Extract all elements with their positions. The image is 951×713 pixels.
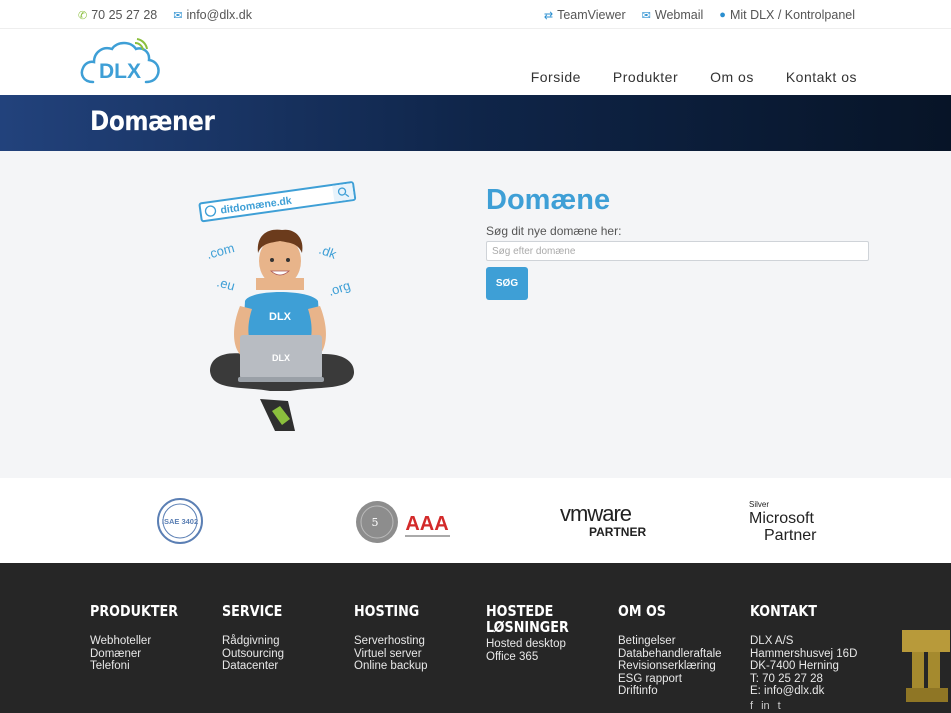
ms-name-text: Microsoft: [749, 510, 814, 527]
vmware-text: vmware: [560, 501, 632, 526]
isae-text: ISAE 3402: [162, 517, 198, 526]
footer-link[interactable]: Serverhosting: [354, 635, 479, 648]
webmail-link[interactable]: ✉ Webmail: [642, 8, 704, 22]
ms-silver-text: Silver: [749, 500, 770, 509]
footer-link[interactable]: Hosted desktop: [486, 638, 611, 651]
tld-com: .com: [205, 240, 236, 262]
phone-link[interactable]: ✆ 70 25 27 28: [78, 8, 157, 22]
linkedin-icon[interactable]: in: [761, 700, 770, 712]
social-links: f in t: [750, 700, 875, 712]
svg-text:5: 5: [372, 516, 379, 529]
account-link[interactable]: ● Mit DLX / Kontrolpanel: [719, 8, 855, 22]
footer-link[interactable]: Betingelser: [618, 635, 743, 648]
illustration-search-bar: ditdomæne.dk: [198, 181, 357, 223]
tld-eu: .eu: [215, 274, 236, 293]
main-nav: Forside Produkter Om os Kontakt os: [531, 69, 857, 85]
webmail-text: Webmail: [654, 8, 704, 22]
contact-email[interactable]: E: info@dlx.dk: [750, 685, 875, 698]
nav-item-om-os[interactable]: Om os: [710, 69, 754, 85]
microsoft-partner-logo: Silver Microsoft Partner: [749, 500, 829, 544]
footer-col-hosting: HOSTING Serverhosting Virtuel server Onl…: [354, 603, 479, 673]
footer-heading: OM OS: [618, 602, 666, 620]
vmware-partner-text: PARTNER: [589, 525, 647, 539]
tld-dk: .dk: [317, 242, 339, 262]
domain-search-button[interactable]: SØG: [486, 267, 528, 300]
footer-link[interactable]: Revisionserklæring: [618, 660, 743, 673]
teamviewer-link[interactable]: ⇄ TeamViewer: [544, 8, 626, 22]
footer-link[interactable]: Online backup: [354, 660, 479, 673]
nav-item-forside[interactable]: Forside: [531, 69, 581, 85]
nav-item-produkter[interactable]: Produkter: [613, 69, 678, 85]
footer-link[interactable]: ESG rapport: [618, 673, 743, 686]
phone-text: 70 25 27 28: [91, 8, 158, 22]
footer-col-kontakt: KONTAKT DLX A/S Hammershusvej 16D DK-740…: [750, 603, 875, 712]
footer-link[interactable]: Office 365: [486, 651, 611, 664]
contact-address: Hammershusvej 16D: [750, 647, 858, 660]
footer-link[interactable]: Virtuel server: [354, 648, 479, 661]
footer-link[interactable]: Datacenter: [222, 660, 347, 673]
logo-text: DLX: [99, 60, 141, 83]
contact-phone[interactable]: T: 70 25 27 28: [750, 673, 875, 686]
tld-org: .org: [326, 278, 352, 299]
footer-heading: HOSTEDE LØSNINGER: [486, 602, 569, 636]
footer-link[interactable]: Rådgivning: [222, 635, 347, 648]
footer-link[interactable]: Outsourcing: [222, 648, 347, 661]
footer-link[interactable]: Databehandleraftale: [618, 648, 743, 661]
twitter-icon[interactable]: t: [778, 700, 781, 712]
footer-heading: PRODUKTER: [90, 602, 179, 620]
page-banner: Domæner: [0, 95, 951, 151]
email-link[interactable]: ✉ info@dlx.dk: [173, 8, 252, 22]
account-text: Mit DLX / Kontrolpanel: [729, 8, 855, 22]
footer-link[interactable]: Telefoni: [90, 660, 215, 673]
footer-link[interactable]: Domæner: [90, 648, 215, 661]
footer-col-om-os: OM OS Betingelser Databehandleraftale Re…: [618, 603, 743, 698]
aaa-badge: 5 AAA: [356, 501, 450, 543]
partners-strip: ISAE 3402 5 AAA vmware PARTNER Silver Mi…: [0, 478, 951, 563]
user-icon: ●: [719, 9, 726, 21]
domain-illustration: ditdomæne.dk .com .dk .eu .org DLX DLX: [198, 181, 357, 431]
footer-heading: KONTAKT: [750, 602, 817, 620]
aaa-text: AAA: [405, 513, 448, 535]
watermark-logo: [902, 630, 950, 702]
isae-badge: ISAE 3402: [157, 498, 203, 544]
page-title: Domæner: [90, 106, 215, 137]
domain-section: ditdomæne.dk .com .dk .eu .org DLX DLX D…: [0, 151, 951, 478]
teamviewer-text: TeamViewer: [557, 8, 626, 22]
contact-city: DK-7400 Herning: [750, 660, 839, 673]
top-bar: ✆ 70 25 27 28 ✉ info@dlx.dk ⇄ TeamViewer…: [0, 0, 951, 29]
footer-col-service: SERVICE Rådgivning Outsourcing Datacente…: [222, 603, 347, 673]
domain-search-input[interactable]: [486, 241, 869, 261]
footer: PRODUKTER Webhoteller Domæner Telefoni S…: [0, 563, 951, 713]
shirt-logo: DLX: [269, 311, 292, 323]
footer-heading: SERVICE: [222, 602, 283, 620]
footer-col-hostede-losninger: HOSTEDE LØSNINGER Hosted desktop Office …: [486, 603, 611, 663]
phone-icon: ✆: [78, 9, 88, 22]
domain-heading: Domæne: [486, 184, 611, 216]
domain-subtitle: Søg dit nye domæne her:: [486, 224, 622, 238]
facebook-icon[interactable]: f: [750, 700, 753, 712]
footer-link[interactable]: Driftinfo: [618, 685, 743, 698]
header: DLX Forside Produkter Om os Kontakt os: [0, 29, 951, 95]
footer-link[interactable]: Webhoteller: [90, 635, 215, 648]
contact-company: DLX A/S: [750, 635, 794, 647]
envelope-icon: ✉: [173, 9, 183, 22]
nav-item-kontakt[interactable]: Kontakt os: [786, 69, 857, 85]
vmware-partner-logo: vmware PARTNER: [560, 501, 650, 540]
envelope-icon: ✉: [641, 9, 651, 22]
laptop-logo: DLX: [272, 353, 290, 363]
footer-heading: HOSTING: [354, 602, 420, 620]
email-text: info@dlx.dk: [186, 8, 252, 22]
teamviewer-icon: ⇄: [543, 9, 554, 22]
ms-partner-text: Partner: [764, 527, 817, 544]
footer-col-produkter: PRODUKTER Webhoteller Domæner Telefoni: [90, 603, 215, 673]
dlx-logo[interactable]: DLX: [79, 38, 161, 86]
